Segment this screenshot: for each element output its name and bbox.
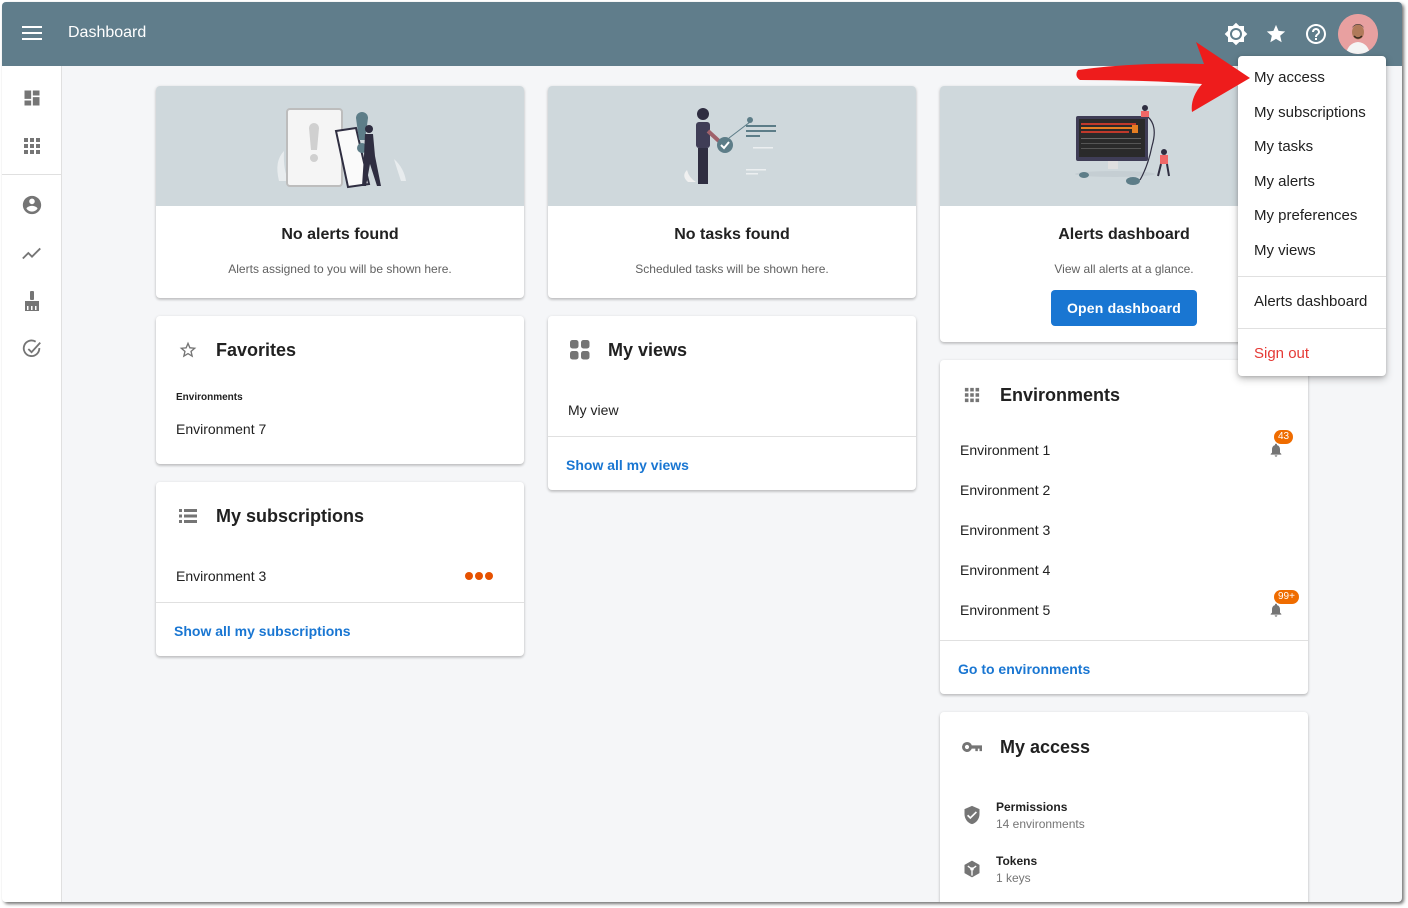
environments-title: Environments	[1000, 384, 1121, 405]
help-icon[interactable]	[1296, 14, 1336, 54]
menu-item-alerts-dashboard[interactable]: Alerts dashboard	[1238, 285, 1386, 320]
my-access-card: My access Permissions 14 environments To…	[940, 712, 1308, 902]
favorites-title: Favorites	[216, 339, 297, 360]
my-views-card: My views My view Show all my views	[548, 316, 916, 490]
brightness-icon[interactable]	[1216, 14, 1256, 54]
alert-count-badge: 43	[1274, 430, 1294, 444]
access-item-permissions[interactable]: Permissions 14 environments	[940, 788, 1308, 842]
view-item[interactable]: My view	[548, 384, 916, 436]
list-icon	[178, 506, 198, 526]
alerts-illustration	[156, 86, 524, 206]
cleaning-brush-icon	[25, 291, 39, 311]
subscriptions-title: My subscriptions	[216, 505, 365, 526]
favorite-item[interactable]: Environment 7	[156, 409, 524, 449]
apps-grid-icon	[962, 385, 982, 405]
environments-card: Environments Environment 1 43 Environmen…	[940, 360, 1308, 694]
shield-check-icon	[960, 804, 984, 826]
menu-item-my-alerts[interactable]: My alerts	[1238, 165, 1386, 200]
menu-divider	[1238, 327, 1386, 329]
menu-divider	[1238, 276, 1386, 277]
menu-item-sign-out[interactable]: Sign out	[1238, 337, 1386, 372]
environment-item[interactable]: Environment 4	[940, 550, 1308, 590]
app-window: Dashboard No alerts found Alerts assigne…	[2, 2, 1402, 902]
views-grid-icon	[570, 340, 590, 360]
environment-item[interactable]: Environment 1 43	[940, 430, 1308, 470]
check-circle-icon	[22, 339, 41, 357]
access-title: My access	[1000, 736, 1091, 757]
page-title: Dashboard	[68, 24, 147, 41]
favorites-section-label: Environments	[176, 392, 243, 403]
tasks-empty-title: No tasks found	[674, 226, 790, 243]
bell-icon[interactable]: 99+	[1264, 590, 1299, 622]
access-item-tokens[interactable]: Tokens 1 keys	[940, 842, 1308, 896]
sidebar-nav	[2, 66, 62, 902]
go-to-environments-link[interactable]: Go to environments	[940, 641, 1308, 694]
environment-item[interactable]: Environment 2	[940, 470, 1308, 510]
token-icon	[960, 859, 984, 879]
tasks-illustration	[548, 86, 916, 206]
alerts-empty-subtitle: Alerts assigned to you will be shown her…	[228, 262, 452, 276]
views-title: My views	[608, 339, 688, 360]
menu-item-my-tasks[interactable]: My tasks	[1238, 130, 1386, 165]
environment-list: Environment 1 43 Environment 2 Environme…	[940, 430, 1308, 640]
tasks-empty-subtitle: Scheduled tasks will be shown here.	[635, 262, 829, 276]
menu-item-my-preferences[interactable]: My preferences	[1238, 199, 1386, 234]
user-avatar[interactable]	[1338, 14, 1378, 54]
sidebar-divider	[2, 174, 61, 175]
user-menu: My access My subscriptions My tasks My a…	[1238, 56, 1386, 376]
open-dashboard-button[interactable]: Open dashboard	[1050, 290, 1198, 326]
sidebar-item-checks[interactable]	[2, 325, 62, 373]
star-icon[interactable]	[1256, 14, 1296, 54]
show-all-subscriptions-link[interactable]: Show all my subscriptions	[156, 603, 524, 656]
subscriptions-card: My subscriptions Environment 3 Show all …	[156, 482, 524, 656]
sidebar-item-cleanup[interactable]	[2, 277, 62, 325]
sidebar-item-apps[interactable]	[2, 122, 62, 170]
star-outline-icon	[178, 340, 198, 360]
show-all-views-link[interactable]: Show all my views	[548, 437, 916, 490]
menu-item-my-access[interactable]: My access	[1238, 61, 1386, 96]
menu-item-my-views[interactable]: My views	[1238, 234, 1386, 269]
alerts-empty-card: No alerts found Alerts assigned to you w…	[156, 86, 524, 298]
favorites-card: Favorites Environments Environment 7	[156, 316, 524, 464]
sidebar-item-trends[interactable]	[2, 229, 62, 277]
trending-icon	[22, 247, 41, 260]
apps-grid-icon	[24, 138, 40, 154]
environment-item[interactable]: Environment 5 99+	[940, 590, 1308, 630]
menu-icon[interactable]	[22, 26, 42, 42]
sidebar-item-account[interactable]	[2, 181, 62, 229]
key-icon	[962, 737, 982, 757]
more-options-icon[interactable]	[464, 568, 494, 584]
menu-item-my-subscriptions[interactable]: My subscriptions	[1238, 96, 1386, 131]
dashboard-icon	[24, 90, 40, 106]
account-circle-icon	[22, 195, 42, 215]
subscription-item[interactable]: Environment 3	[156, 550, 524, 602]
environment-item[interactable]: Environment 3	[940, 510, 1308, 550]
sidebar-item-dashboard[interactable]	[2, 74, 62, 122]
alert-count-badge: 99+	[1274, 590, 1299, 604]
tasks-empty-card: No tasks found Scheduled tasks will be s…	[548, 86, 916, 298]
bell-icon[interactable]: 43	[1264, 430, 1294, 462]
top-app-bar: Dashboard	[2, 2, 1402, 66]
alerts-empty-title: No alerts found	[281, 226, 399, 243]
